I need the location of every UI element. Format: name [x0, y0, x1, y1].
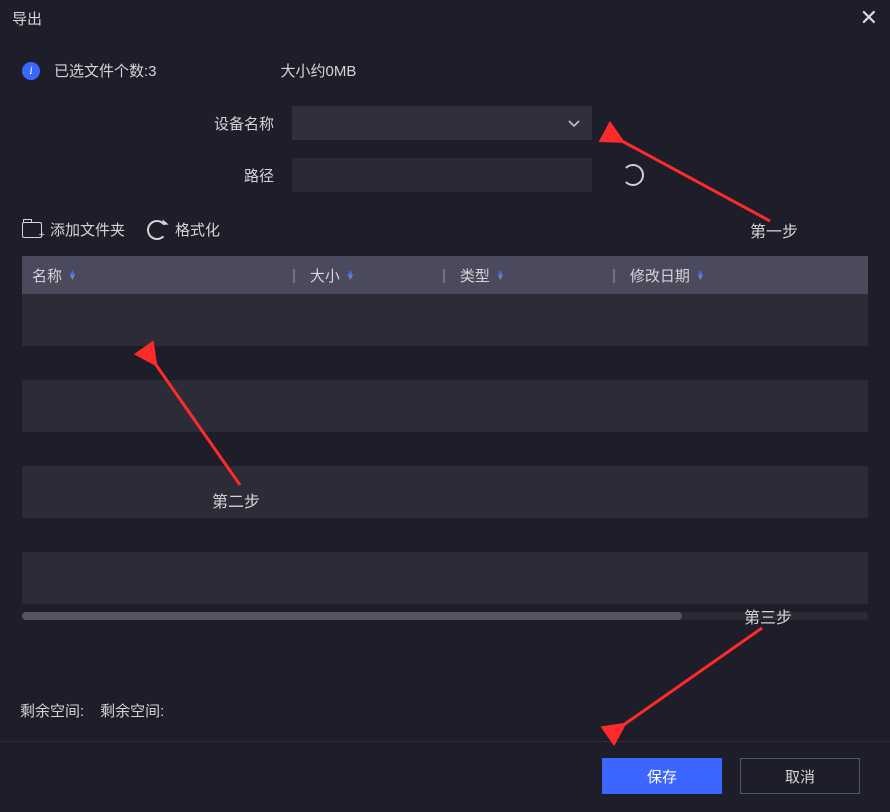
sort-icon: ▲▼	[696, 270, 705, 280]
column-modified[interactable]: | 修改日期 ▲▼	[612, 265, 858, 286]
button-row: 保存 取消	[0, 741, 890, 812]
bottom-panel: 剩余空间: 剩余空间: 保存 取消	[0, 700, 890, 812]
path-input[interactable]	[292, 158, 592, 192]
title-bar: 导出 ✕	[0, 0, 890, 36]
refresh-arrow-icon	[147, 220, 167, 240]
horizontal-scrollbar[interactable]	[22, 612, 868, 620]
table-row[interactable]	[22, 294, 868, 346]
remaining-space-label-1: 剩余空间:	[20, 700, 84, 721]
form-area: 设备名称 路径	[0, 89, 890, 197]
path-row: 路径	[22, 153, 868, 197]
sort-icon: ▲▼	[68, 270, 77, 280]
remaining-space-label-2: 剩余空间:	[100, 700, 164, 721]
format-label: 格式化	[175, 219, 220, 240]
device-name-select[interactable]	[292, 106, 592, 140]
info-icon: i	[22, 62, 40, 80]
table-row[interactable]	[22, 552, 868, 604]
folder-plus-icon	[22, 222, 42, 238]
sort-icon: ▲▼	[346, 270, 355, 280]
device-name-row: 设备名称	[22, 101, 868, 145]
scrollbar-thumb[interactable]	[22, 612, 682, 620]
cancel-button[interactable]: 取消	[740, 758, 860, 794]
column-size[interactable]: | 大小 ▲▼	[292, 265, 442, 286]
remaining-space-row: 剩余空间: 剩余空间:	[0, 700, 890, 741]
save-button[interactable]: 保存	[602, 758, 722, 794]
file-table: 名称 ▲▼ | 大小 ▲▼ | 类型 ▲▼ | 修改日期 ▲▼	[22, 256, 868, 604]
table-row[interactable]	[22, 380, 868, 432]
table-header: 名称 ▲▼ | 大小 ▲▼ | 类型 ▲▼ | 修改日期 ▲▼	[22, 256, 868, 294]
close-icon[interactable]: ✕	[860, 7, 878, 29]
add-folder-button[interactable]: 添加文件夹	[22, 219, 125, 240]
info-row: i 已选文件个数:3 大小约0MB	[0, 36, 890, 89]
refresh-icon[interactable]	[622, 164, 644, 186]
device-name-label: 设备名称	[22, 113, 292, 134]
format-button[interactable]: 格式化	[147, 219, 220, 240]
sort-icon: ▲▼	[496, 270, 505, 280]
column-name[interactable]: 名称 ▲▼	[32, 265, 292, 286]
add-folder-label: 添加文件夹	[50, 219, 125, 240]
toolbar: 添加文件夹 格式化	[0, 197, 890, 250]
size-label: 大小约0MB	[281, 60, 357, 81]
table-row[interactable]	[22, 466, 868, 518]
window-title: 导出	[12, 8, 42, 29]
path-label: 路径	[22, 165, 292, 186]
selected-count-label: 已选文件个数:3	[54, 60, 157, 81]
chevron-down-icon	[568, 115, 580, 131]
column-type[interactable]: | 类型 ▲▼	[442, 265, 612, 286]
